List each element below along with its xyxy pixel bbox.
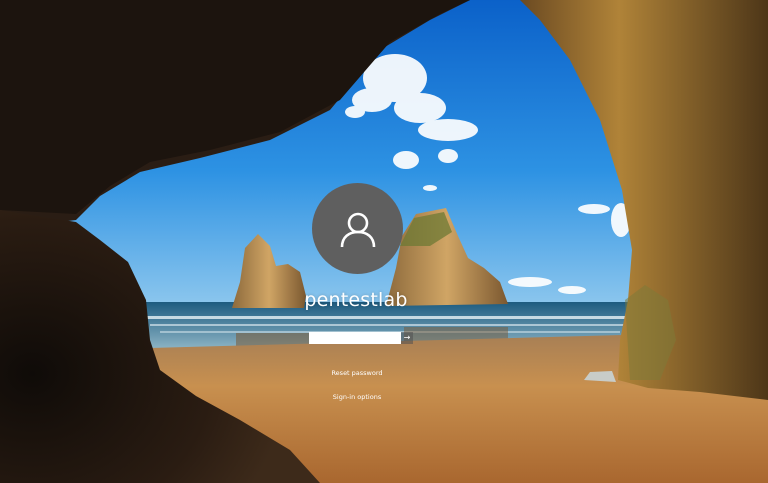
submit-arrow-button[interactable]: → (401, 332, 413, 344)
arrow-right-icon: → (403, 333, 411, 342)
username-label: pentestlab (304, 289, 408, 311)
password-input[interactable] (309, 332, 401, 344)
login-panel: pentestlab → Reset password Sign-in opti… (0, 0, 768, 483)
password-row: → (309, 332, 413, 344)
user-icon (340, 212, 375, 247)
reset-password-link[interactable]: Reset password (0, 369, 714, 377)
sign-in-options-link[interactable]: Sign-in options (0, 393, 714, 401)
user-avatar (312, 183, 403, 274)
